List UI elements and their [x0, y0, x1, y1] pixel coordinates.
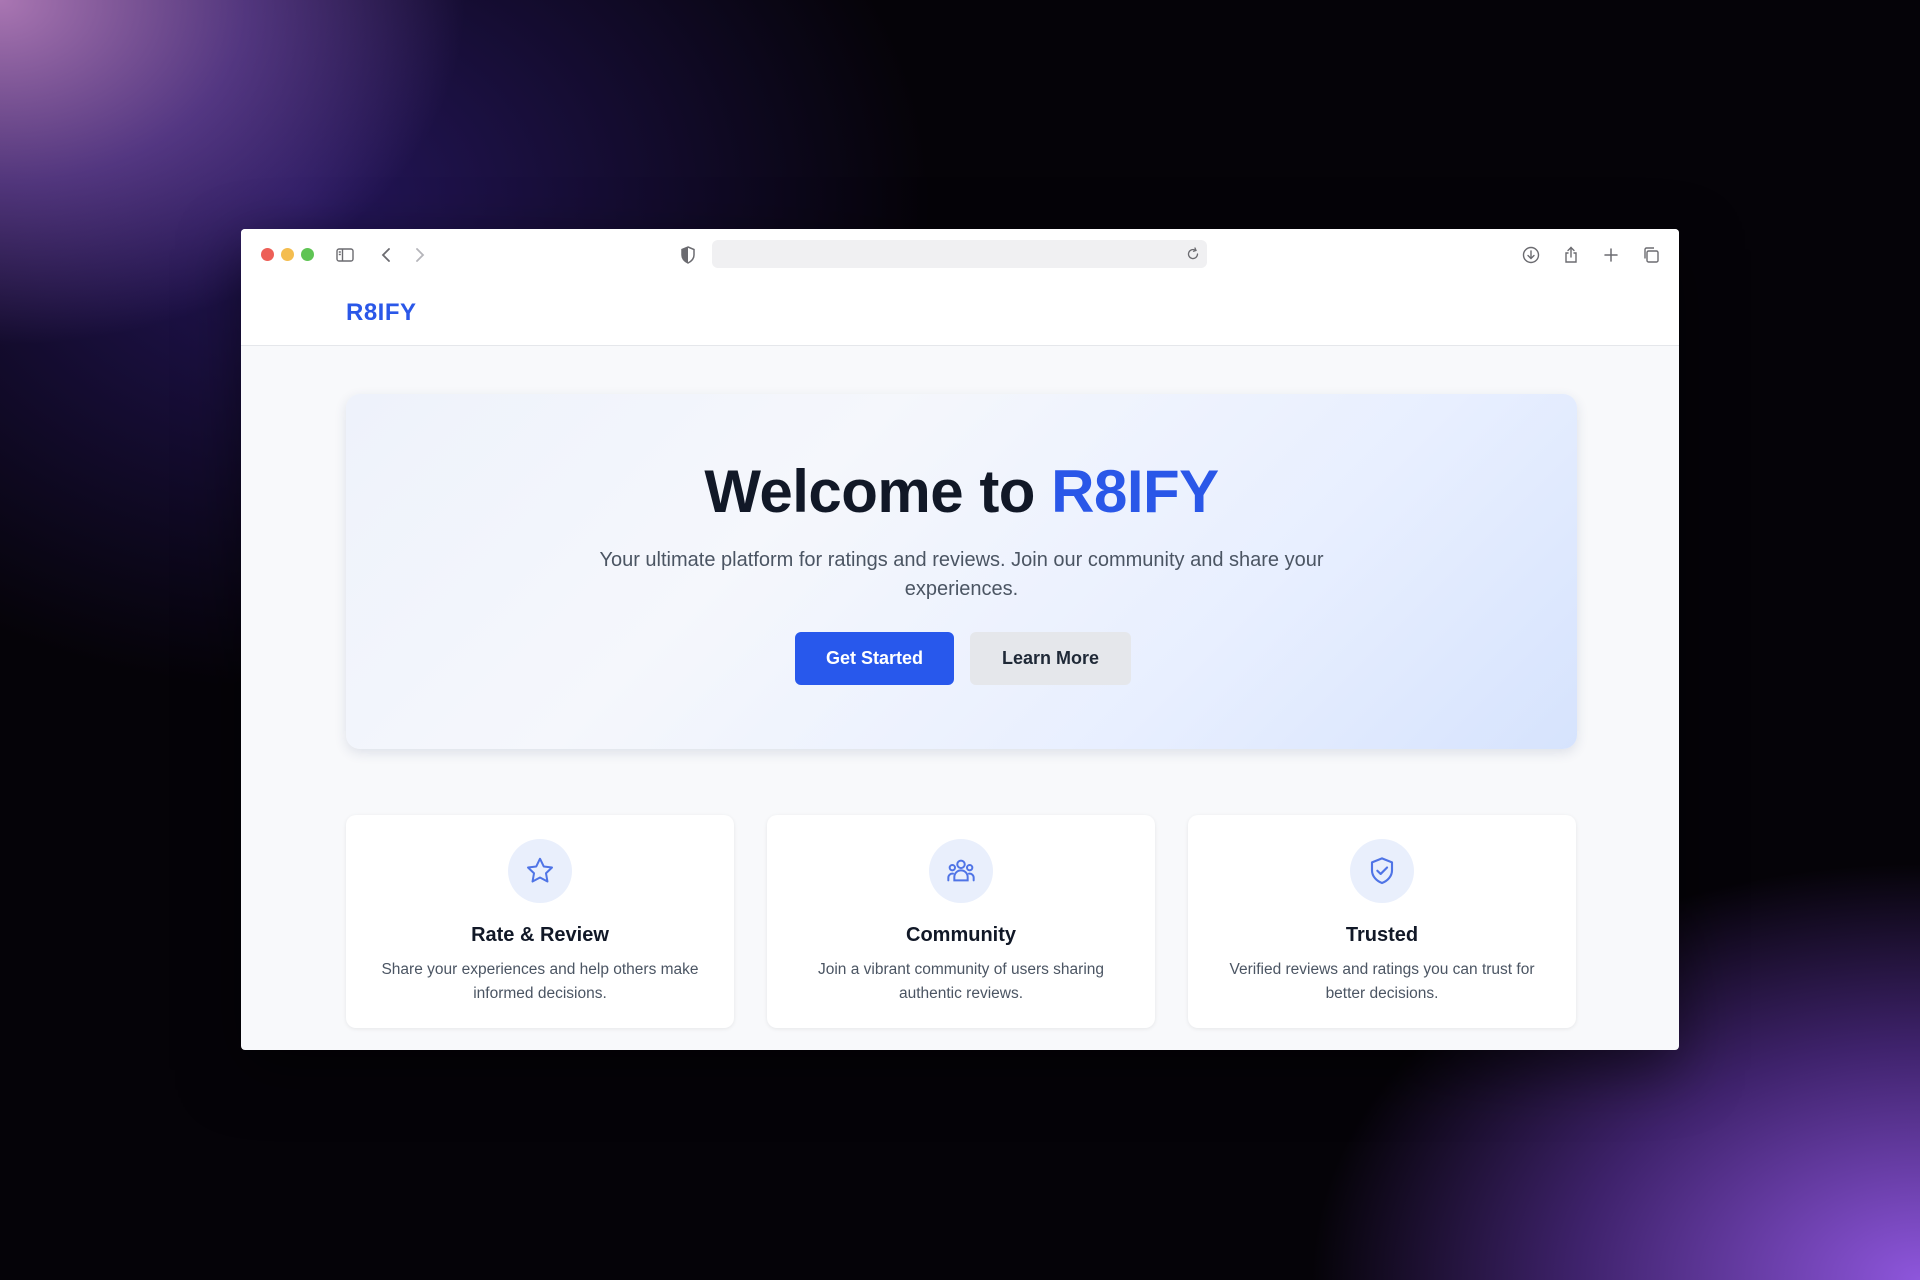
feature-card-community: Community Join a vibrant community of us… — [767, 815, 1155, 1028]
close-window-button[interactable] — [261, 248, 274, 261]
new-tab-icon[interactable] — [1599, 243, 1623, 267]
back-icon[interactable] — [375, 243, 399, 267]
address-bar[interactable] — [712, 240, 1207, 268]
sidebar-icon[interactable] — [333, 243, 357, 267]
feature-description: Share your experiences and help others m… — [381, 961, 699, 1002]
download-icon[interactable] — [1519, 243, 1543, 267]
users-icon — [929, 839, 993, 903]
feature-title: Community — [906, 924, 1016, 946]
browser-titlebar — [241, 229, 1679, 279]
get-started-button[interactable]: Get Started — [795, 632, 954, 685]
privacy-shield-icon[interactable] — [676, 243, 700, 267]
hero-title-accent: R8IFY — [1051, 458, 1219, 525]
hero-title-prefix: Welcome to — [704, 458, 1052, 525]
shield-check-icon — [1350, 839, 1414, 903]
feature-description: Join a vibrant community of users sharin… — [817, 961, 1105, 1002]
share-icon[interactable] — [1559, 243, 1583, 267]
minimize-window-button[interactable] — [281, 248, 294, 261]
feature-card-rate-review: Rate & Review Share your experiences and… — [346, 815, 734, 1028]
star-icon — [508, 839, 572, 903]
feature-title: Trusted — [1345, 924, 1419, 946]
feature-description: Verified reviews and ratings you can tru… — [1229, 961, 1535, 1002]
feature-card-trusted: Trusted Verified reviews and ratings you… — [1188, 815, 1576, 1028]
learn-more-button[interactable]: Learn More — [970, 632, 1131, 685]
feature-title: Rate & Review — [471, 924, 609, 946]
hero-title: Welcome to R8IFY — [346, 457, 1577, 526]
browser-window: R8IFY Welcome to R8IFY Your ultimate pla… — [241, 229, 1679, 1050]
hero-subtitle: Your ultimate platform for ratings and r… — [599, 549, 1324, 600]
forward-icon[interactable] — [407, 243, 431, 267]
reload-icon[interactable] — [1185, 246, 1201, 262]
tabs-overview-icon[interactable] — [1639, 243, 1663, 267]
site-navbar: R8IFY — [241, 279, 1679, 346]
maximize-window-button[interactable] — [301, 248, 314, 261]
brand-logo[interactable]: R8IFY — [346, 299, 417, 327]
hero-section: Welcome to R8IFY Your ultimate platform … — [346, 394, 1577, 749]
